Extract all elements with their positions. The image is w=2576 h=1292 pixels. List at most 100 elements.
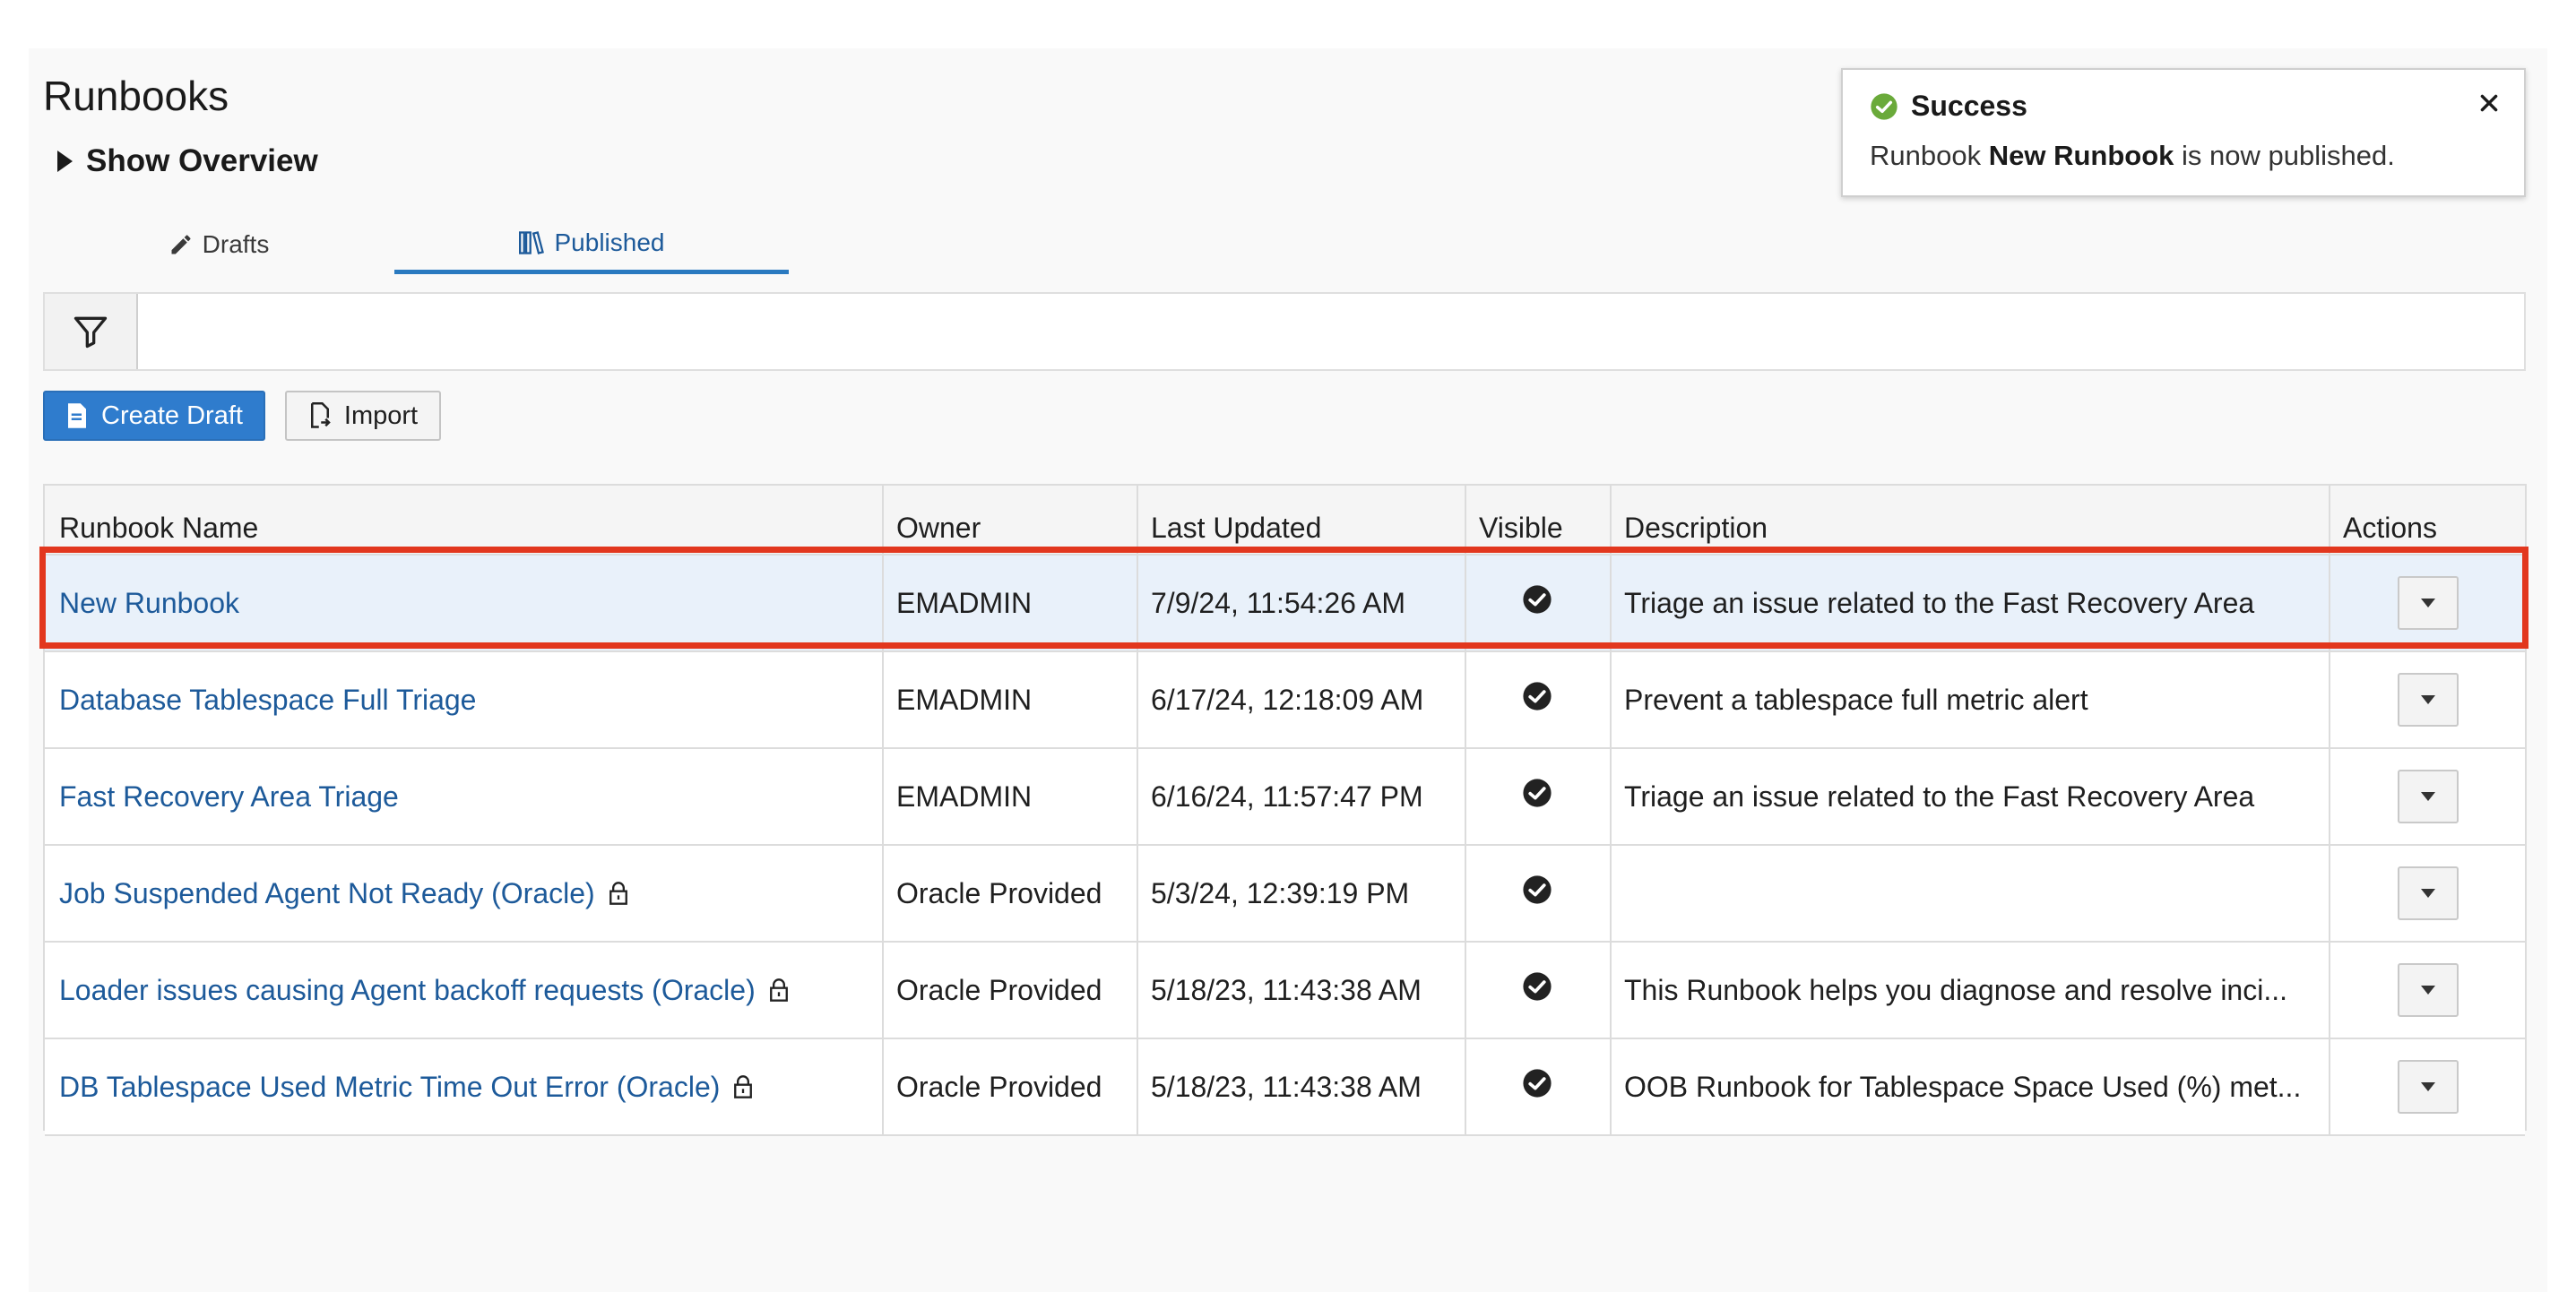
cell-owner: EMADMIN: [896, 683, 1033, 716]
caret-down-icon: [2420, 599, 2435, 607]
visible-check-icon: [1522, 971, 1552, 1009]
success-toast: Success Runbook New Runbook is now publi…: [1841, 68, 2526, 197]
cell-runbook-name: DB Tablespace Used Metric Time Out Error…: [45, 1039, 882, 1134]
runbook-name-link[interactable]: Job Suspended Agent Not Ready (Oracle): [59, 877, 595, 910]
column-header-owner[interactable]: Owner: [882, 486, 1137, 554]
cell-actions: [2329, 556, 2527, 650]
caret-down-icon: [2420, 1082, 2435, 1091]
lock-icon: [768, 978, 790, 1003]
caret-down-icon: [2420, 792, 2435, 801]
tab-drafts-label: Drafts: [202, 230, 270, 258]
cell-visible: [1465, 749, 1610, 844]
cell-actions: [2329, 1039, 2527, 1134]
cell-visible: [1465, 1039, 1610, 1134]
runbook-name-link[interactable]: DB Tablespace Used Metric Time Out Error…: [59, 1071, 720, 1104]
cell-actions: [2329, 652, 2527, 747]
runbooks-table: Runbook Name Owner Last Updated Visible …: [43, 484, 2527, 1136]
cell-last-updated: 6/17/24, 12:18:09 AM: [1151, 683, 1424, 716]
toast-close-button[interactable]: [2477, 91, 2501, 119]
cell-runbook-name: Loader issues causing Agent backoff requ…: [45, 943, 882, 1038]
page-title: Runbooks: [43, 73, 229, 119]
column-header-description[interactable]: Description: [1610, 486, 2329, 554]
toast-message-prefix: Runbook: [1870, 140, 1989, 171]
runbook-name-link[interactable]: Fast Recovery Area Triage: [59, 780, 399, 814]
caret-right-icon: [57, 151, 73, 172]
visible-check-icon: [1522, 778, 1552, 815]
check-circle-icon: [1871, 92, 1897, 120]
cell-last-updated: 5/3/24, 12:39:19 PM: [1151, 876, 1410, 909]
column-header-runbook-name[interactable]: Runbook Name: [45, 486, 882, 554]
table-row[interactable]: DB Tablespace Used Metric Time Out Error…: [45, 1039, 2525, 1136]
import-label: Import: [343, 401, 419, 430]
cell-description: OOB Runbook for Tablespace Space Used (%…: [1624, 1070, 2302, 1103]
lock-icon: [732, 1074, 754, 1099]
cell-description: Prevent a tablespace full metric alert: [1624, 683, 2088, 716]
row-actions-dropdown-button[interactable]: [2397, 963, 2459, 1017]
toast-message-runbook: New Runbook: [1988, 140, 2174, 171]
table-row[interactable]: New Runbook EMADMIN 7/9/24, 11:54:26 AM Tri…: [45, 556, 2525, 652]
cell-visible: [1465, 943, 1610, 1038]
cell-visible: [1465, 846, 1610, 941]
cell-owner: Oracle Provided: [896, 973, 1102, 1006]
tab-bar: Drafts Published: [43, 215, 789, 274]
import-button[interactable]: Import: [285, 391, 441, 441]
filter-bar: [43, 292, 2526, 371]
tab-drafts[interactable]: Drafts: [43, 215, 394, 274]
row-actions-dropdown-button[interactable]: [2397, 576, 2459, 630]
new-document-icon: [68, 403, 87, 428]
table-header: Runbook Name Owner Last Updated Visible …: [45, 486, 2525, 556]
visible-check-icon: [1522, 584, 1552, 622]
row-actions-dropdown-button[interactable]: [2397, 770, 2459, 823]
runbook-name-link[interactable]: Database Tablespace Full Triage: [59, 684, 476, 717]
cell-runbook-name: New Runbook: [45, 556, 882, 650]
cell-actions: [2329, 846, 2527, 941]
cell-owner: Oracle Provided: [896, 1070, 1102, 1103]
runbook-name-link[interactable]: New Runbook: [59, 587, 239, 620]
cell-runbook-name: Job Suspended Agent Not Ready (Oracle): [45, 846, 882, 941]
runbook-name-link[interactable]: Loader issues causing Agent backoff requ…: [59, 974, 756, 1007]
column-header-visible[interactable]: Visible: [1465, 486, 1610, 554]
filter-icon: [73, 316, 108, 349]
show-overview-label: Show Overview: [86, 143, 318, 178]
show-overview-toggle[interactable]: Show Overview: [57, 143, 318, 179]
caret-down-icon: [2420, 695, 2435, 704]
toast-message: Runbook New Runbook is now published.: [1870, 140, 2395, 172]
cell-visible: [1465, 556, 1610, 650]
visible-check-icon: [1522, 1068, 1552, 1106]
filter-button[interactable]: [45, 294, 138, 369]
visible-check-icon: [1522, 874, 1552, 912]
close-icon: [2480, 94, 2498, 112]
cell-actions: [2329, 749, 2527, 844]
table-row[interactable]: Database Tablespace Full Triage EMADMIN 6/…: [45, 652, 2525, 749]
create-draft-button[interactable]: Create Draft: [43, 391, 265, 441]
table-row[interactable]: Fast Recovery Area Triage EMADMIN 6/16/24,…: [45, 749, 2525, 846]
row-actions-dropdown-button[interactable]: [2397, 1060, 2459, 1114]
cell-owner: Oracle Provided: [896, 876, 1102, 909]
row-actions-dropdown-button[interactable]: [2397, 866, 2459, 920]
cell-description: This Runbook helps you diagnose and reso…: [1624, 973, 2287, 1006]
column-header-actions: Actions: [2343, 512, 2437, 544]
row-actions-dropdown-button[interactable]: [2397, 673, 2459, 727]
column-header-last-updated[interactable]: Last Updated: [1137, 486, 1465, 554]
cell-description: Triage an issue related to the Fast Reco…: [1624, 780, 2255, 813]
toast-header: Success: [1870, 90, 2027, 123]
cell-actions: [2329, 943, 2527, 1038]
table-row[interactable]: Job Suspended Agent Not Ready (Oracle) Or…: [45, 846, 2525, 943]
cell-description: [1610, 846, 2329, 941]
caret-down-icon: [2420, 889, 2435, 898]
import-document-icon: [310, 402, 331, 428]
cell-last-updated: 5/18/23, 11:43:38 AM: [1151, 1070, 1422, 1103]
tab-published-label: Published: [554, 228, 665, 256]
cell-last-updated: 7/9/24, 11:54:26 AM: [1151, 586, 1406, 619]
cell-description: Triage an issue related to the Fast Reco…: [1624, 586, 2255, 619]
table-row[interactable]: Loader issues causing Agent backoff requ…: [45, 943, 2525, 1039]
books-icon: [518, 230, 544, 254]
cell-last-updated: 5/18/23, 11:43:38 AM: [1151, 973, 1422, 1006]
cell-visible: [1465, 652, 1610, 747]
caret-down-icon: [2420, 986, 2435, 995]
tab-published[interactable]: Published: [394, 215, 789, 274]
cell-owner: EMADMIN: [896, 780, 1033, 813]
visible-check-icon: [1522, 681, 1552, 719]
cell-runbook-name: Database Tablespace Full Triage: [45, 652, 882, 747]
lock-icon: [608, 881, 629, 906]
